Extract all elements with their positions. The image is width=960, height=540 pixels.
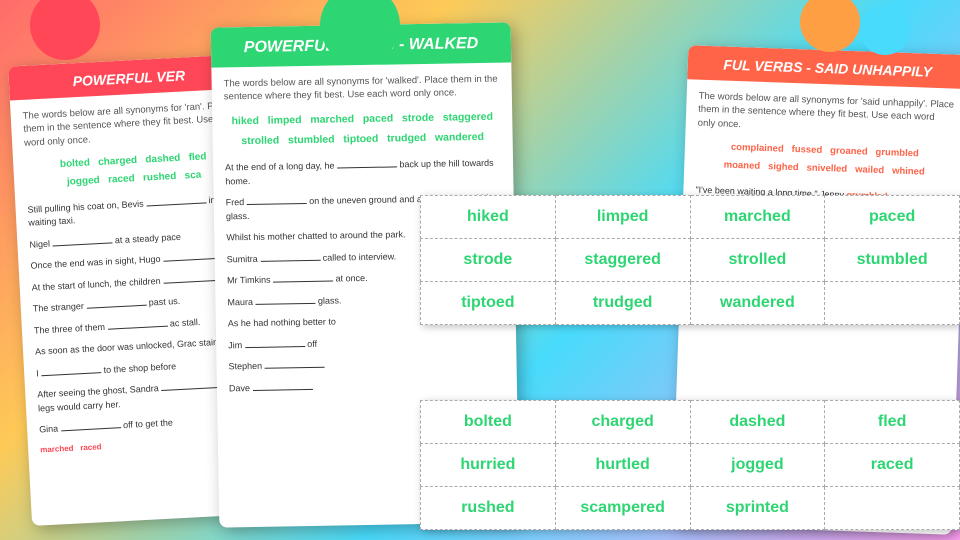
word-ref-raced: raced <box>80 442 102 452</box>
grid-cell-jogged[interactable]: jogged <box>690 444 825 487</box>
grid-cell-tiptoed[interactable]: tiptoed <box>421 282 556 325</box>
grid-cell-empty-bottom <box>825 487 960 530</box>
grid-cell-charged[interactable]: charged <box>555 401 690 444</box>
grid-cell-paced[interactable]: paced <box>825 196 960 239</box>
grid-top-row-3: tiptoed trudged wandered <box>421 282 960 325</box>
card-ran-wordlist: bolted charged dashed fled jogged raced … <box>25 146 243 193</box>
grid-cell-wandered[interactable]: wandered <box>690 282 825 325</box>
card-said-instructions: The words below are all synonyms for 'sa… <box>698 90 955 139</box>
word-grid-top-table: hiked limped marched paced strode stagge… <box>420 195 960 325</box>
card-ran-instructions: The words below are all synonyms for 'ra… <box>22 99 240 150</box>
word-grid-bottom-table: bolted charged dashed fled hurried hurtl… <box>420 400 960 530</box>
grid-bottom-row-3: rushed scampered sprinted <box>421 487 960 530</box>
sentence-2: Nigel at a steady pace <box>29 227 245 252</box>
grid-bottom-row-2: hurried hurtled jogged raced <box>421 444 960 487</box>
grid-cell-raced[interactable]: raced <box>825 444 960 487</box>
word-grid-bottom: bolted charged dashed fled hurried hurtl… <box>420 400 960 530</box>
grid-top-row-2: strode staggered strolled stumbled <box>421 239 960 282</box>
grid-cell-hurtled[interactable]: hurtled <box>555 444 690 487</box>
grid-cell-sprinted[interactable]: sprinted <box>690 487 825 530</box>
grid-cell-fled[interactable]: fled <box>825 401 960 444</box>
walked-sentence-1: At the end of a long day, he back up the… <box>225 157 501 189</box>
grid-cell-scampered[interactable]: scampered <box>555 487 690 530</box>
grid-bottom-row-1: bolted charged dashed fled <box>421 401 960 444</box>
grid-cell-dashed[interactable]: dashed <box>690 401 825 444</box>
grid-cell-marched[interactable]: marched <box>690 196 825 239</box>
walked-sentence-9: Stephen <box>228 356 504 374</box>
grid-cell-limped[interactable]: limped <box>555 196 690 239</box>
grid-top-row-1: hiked limped marched paced <box>421 196 960 239</box>
grid-cell-hiked[interactable]: hiked <box>421 196 556 239</box>
sentence-1: Still pulling his coat on, Bevis into th… <box>27 192 244 230</box>
grid-cell-trudged[interactable]: trudged <box>555 282 690 325</box>
word-ref-marched: marched <box>40 444 74 455</box>
grid-cell-stumbled[interactable]: stumbled <box>825 239 960 282</box>
walked-sentence-10: Dave <box>229 378 505 396</box>
deco-circle-blue <box>860 5 910 55</box>
grid-cell-empty-top <box>825 282 960 325</box>
card-said-wordlist: complained fussed groaned grumbled moane… <box>696 138 953 183</box>
grid-cell-strode[interactable]: strode <box>421 239 556 282</box>
grid-cell-strolled[interactable]: strolled <box>690 239 825 282</box>
card-walked-instructions: The words below are all synonyms for 'wa… <box>224 73 500 104</box>
grid-cell-bolted[interactable]: bolted <box>421 401 556 444</box>
card-walked-wordlist: hiked limped marched paced strode stagge… <box>224 107 501 152</box>
word-grid-top: hiked limped marched paced strode stagge… <box>420 195 960 325</box>
card-said-title: FUL VERBS - SAID UNHAPPILY <box>700 56 956 81</box>
card-ran-title: POWERFUL VER <box>21 65 238 92</box>
grid-cell-staggered[interactable]: staggered <box>555 239 690 282</box>
grid-cell-rushed[interactable]: rushed <box>421 487 556 530</box>
walked-sentence-8: Jim off <box>228 335 504 353</box>
grid-cell-hurried[interactable]: hurried <box>421 444 556 487</box>
